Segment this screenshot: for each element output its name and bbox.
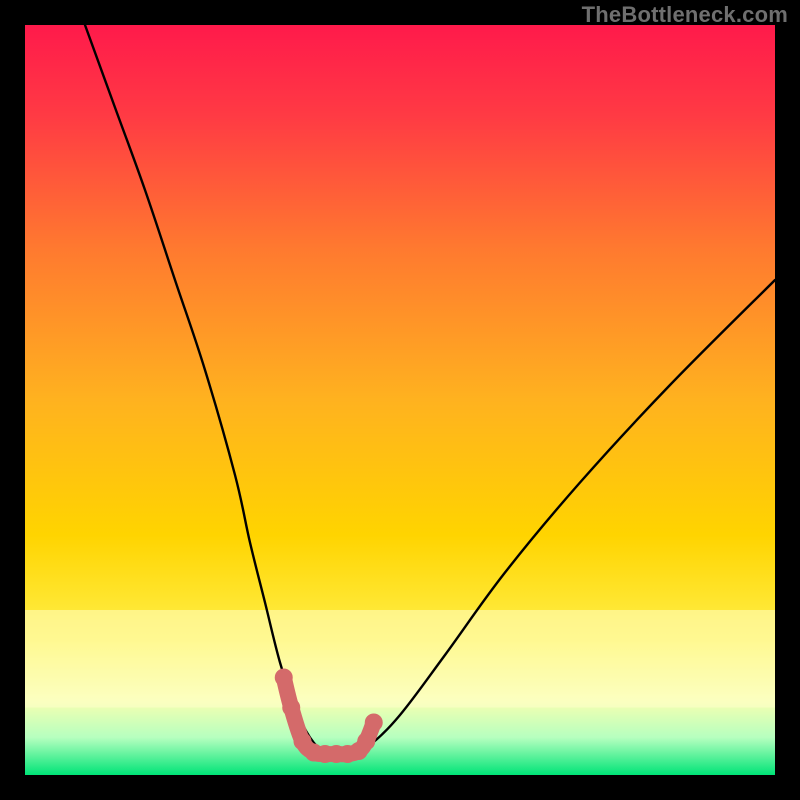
pale-yellow-band	[25, 610, 775, 708]
marker-dot	[365, 714, 383, 732]
marker-dot	[275, 669, 293, 687]
bottleneck-chart	[25, 25, 775, 775]
chart-frame	[25, 25, 775, 775]
attribution-label: TheBottleneck.com	[582, 2, 788, 28]
marker-dot	[357, 732, 375, 750]
marker-dot	[282, 699, 300, 717]
